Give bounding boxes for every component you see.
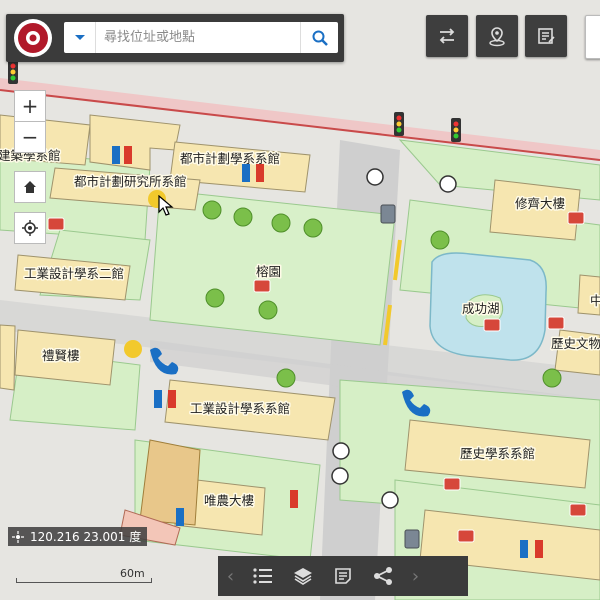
map-label-zhong: 中	[590, 293, 600, 308]
overflow-button[interactable]	[585, 15, 600, 59]
campus-map[interactable]: 建築學系館 都市計劃學系系館 都市計劃研究所系館 修齊大樓 榕園 工業設計學系二…	[0, 0, 600, 600]
map-label-lixian: 禮賢樓	[42, 348, 80, 363]
scale-bar	[16, 578, 152, 583]
zoom-out-button[interactable]: −	[14, 121, 46, 153]
map-label-weinong: 唯農大樓	[204, 493, 254, 508]
search-box	[64, 22, 338, 53]
map-label-industrial: 工業設計學系系館	[190, 401, 290, 416]
notes-button[interactable]	[525, 15, 567, 57]
home-button[interactable]	[14, 171, 46, 203]
map-label-history: 歷史學系系館	[460, 446, 535, 461]
chevron-left-icon[interactable]: ‹	[218, 556, 243, 596]
mouse-cursor-icon	[158, 195, 174, 216]
map-label-rong: 榕園	[256, 264, 281, 279]
list-icon	[253, 568, 272, 584]
zoom-in-button[interactable]: +	[14, 90, 46, 122]
search-icon[interactable]	[300, 22, 338, 53]
directions-button[interactable]	[426, 15, 468, 57]
edit-note-icon	[538, 28, 555, 44]
legend-icon	[335, 568, 351, 584]
legend-button[interactable]	[323, 556, 363, 596]
map-label-industrial2: 工業設計學系二館	[24, 266, 124, 281]
map-label-xiuqi: 修齊大樓	[515, 196, 565, 211]
route-icon	[439, 28, 455, 44]
map-label-urban-inst: 都市計劃研究所系館	[74, 174, 187, 189]
share-icon	[374, 567, 392, 585]
location-search-button[interactable]	[476, 15, 518, 57]
layers-button[interactable]	[283, 556, 323, 596]
coordinate-text: 120.216 23.001 度	[30, 530, 142, 544]
chevron-right-icon[interactable]: ›	[403, 556, 428, 596]
search-input[interactable]	[100, 22, 303, 53]
map-label-urban: 都市計劃學系系館	[180, 151, 280, 166]
locate-button[interactable]	[14, 212, 46, 244]
list-button[interactable]	[243, 556, 283, 596]
map-label-history-museum: 歷史文物	[551, 336, 600, 351]
coordinate-readout: 120.216 23.001 度	[8, 527, 148, 546]
locate-icon	[22, 220, 38, 236]
chevron-down-icon[interactable]	[64, 22, 96, 53]
crosshair-icon	[12, 530, 24, 543]
university-logo	[14, 19, 52, 57]
bottom-toolbar: ‹ ›	[218, 556, 468, 596]
search-panel	[6, 14, 344, 62]
map-pin-icon	[489, 27, 505, 47]
share-button[interactable]	[363, 556, 403, 596]
marker-dot[interactable]	[124, 340, 142, 358]
map-label-chenggong: 成功湖	[462, 301, 500, 316]
home-icon	[24, 181, 36, 193]
layers-icon	[294, 568, 312, 585]
